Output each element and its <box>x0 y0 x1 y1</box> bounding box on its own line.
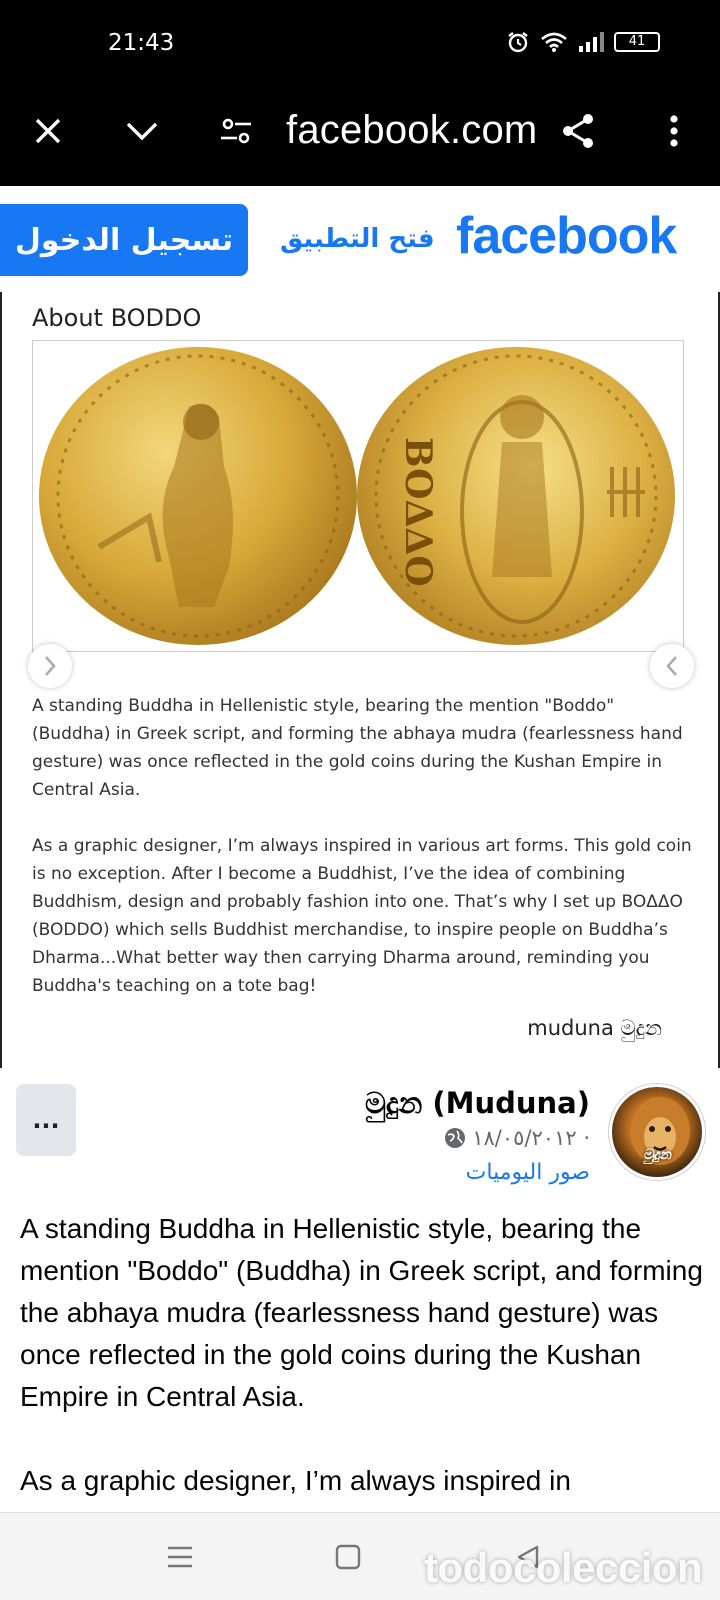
coin-inscription: BOΔΔO <box>397 437 439 587</box>
browser-toolbar: facebook.com <box>0 96 720 166</box>
battery-icon: 41 <box>614 32 660 52</box>
top-bar: 21:43 41 facebook.com <box>0 0 720 186</box>
status-time: 21:43 <box>108 30 175 56</box>
photo-signature: muduna මුදුන <box>527 1016 662 1040</box>
home-square-icon[interactable] <box>326 1535 370 1579</box>
post-date-text: ١٨/٠٥/٢٠١٢ · <box>472 1126 590 1150</box>
alarm-icon <box>508 32 528 53</box>
page-name[interactable]: මුදුන (Muduna) <box>365 1086 590 1121</box>
post-photo[interactable]: About BODDO BOΔΔO A standing Buddha in H… <box>0 292 720 1068</box>
caption-paragraph-2: As a graphic designer, I’m always inspir… <box>32 836 692 996</box>
photo-title: About BODDO <box>32 304 202 332</box>
post-paragraph-1: A standing Buddha in Hellenistic style, … <box>20 1213 703 1412</box>
open-app-link[interactable]: فتح التطبيق <box>280 224 435 254</box>
page-avatar[interactable]: මුදුන <box>609 1084 705 1180</box>
album-link[interactable]: صور اليوميات <box>466 1160 590 1185</box>
signal-icon <box>579 32 604 52</box>
watermark: todocoleccion <box>424 1544 703 1591</box>
coin-obverse <box>39 347 357 645</box>
login-button[interactable]: تسجيل الدخول <box>0 204 248 276</box>
wifi-icon <box>541 32 567 52</box>
post-more-button[interactable]: ... <box>16 1084 76 1156</box>
menu-icon[interactable] <box>158 1535 202 1579</box>
facebook-header: تسجيل الدخول فتح التطبيق facebook <box>0 186 720 290</box>
close-icon[interactable] <box>18 96 78 166</box>
url-field[interactable]: facebook.com <box>286 108 537 153</box>
share-icon[interactable] <box>548 96 608 166</box>
page-settings-icon[interactable] <box>206 96 266 166</box>
facebook-logo[interactable]: facebook <box>456 206 677 266</box>
avatar-text: මුදුන <box>643 1147 671 1163</box>
status-icons: 41 <box>506 30 660 54</box>
photo-prev-arrow[interactable] <box>650 644 694 688</box>
post-date[interactable]: ١٨/٠٥/٢٠١٢ · <box>444 1126 590 1150</box>
photo-caption: A standing Buddha in Hellenistic style, … <box>32 692 692 1028</box>
coin-image: BOΔΔO <box>32 340 684 652</box>
coin-reverse: BOΔΔO <box>357 347 675 645</box>
caption-paragraph-1: A standing Buddha in Hellenistic style, … <box>32 696 683 800</box>
post-text: A standing Buddha in Hellenistic style, … <box>20 1208 710 1544</box>
more-vert-icon[interactable] <box>644 96 704 166</box>
photo-next-arrow[interactable] <box>28 644 72 688</box>
post-paragraph-2: As a graphic designer, I’m always inspir… <box>20 1465 571 1496</box>
globe-icon <box>445 1128 466 1148</box>
chevron-down-icon[interactable] <box>112 96 172 166</box>
